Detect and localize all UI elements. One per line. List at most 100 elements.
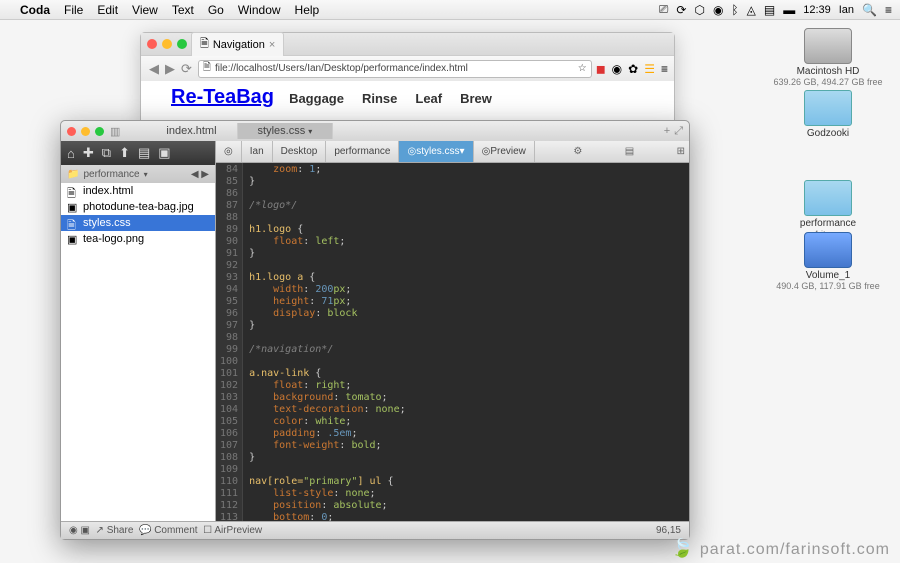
url-bar[interactable]: 🗎 file://localhost/Users/Ian/Desktop/per… [198,60,592,78]
volume-label: Volume_1 [768,270,888,281]
add-icon[interactable]: ✚ [83,145,94,161]
watermark: 🍃 parat.com/farinsoft.com [671,538,890,559]
breadcrumb-home[interactable]: ◎ [216,141,242,162]
user-name[interactable]: Ian [839,4,854,16]
desktop-hdd[interactable]: Macintosh HD 639.26 GB, 494.27 GB free [768,28,888,87]
app-menu[interactable]: Coda [20,3,50,17]
folder-icon: 📁 [67,169,79,180]
hdd-icon [804,28,852,64]
nav-link[interactable]: Brew [460,91,492,106]
file-item[interactable]: ▣tea-logo.png [61,231,215,247]
image-icon: ▣ [67,233,79,245]
copy-icon[interactable]: ⧉ [102,145,111,161]
breadcrumb-item[interactable]: Ian [242,141,273,162]
menubar-right: ⎚ ⟳ ⬡ ◉ ᛒ ◬ ▤ ▬ 12:39 Ian 🔍 ≡ [659,2,892,17]
status-icon[interactable]: ◉ [69,525,78,536]
minimize-button[interactable] [81,127,90,136]
sidebar-toolbar: ⌂ ✚ ⧉ ⬆ ▤ ▣ [61,141,215,165]
ext-icon-2[interactable]: ◉ [612,62,622,76]
folder-icon [804,180,852,216]
help-menu[interactable]: Help [295,3,320,17]
page-logo-link[interactable]: Re-TeaBag [171,86,274,108]
desktop-folder-performance[interactable]: performance 4 items [768,180,888,239]
toolbar-btn[interactable]: ⚙ [569,146,586,157]
bluetooth-icon[interactable]: ᛒ [731,3,738,17]
nav-link[interactable]: Rinse [362,91,397,106]
tab-close-icon[interactable]: × [269,39,275,51]
file-item-selected[interactable]: 🗎styles.css [61,215,215,231]
nav-link[interactable]: Baggage [289,91,344,106]
sidebar-path[interactable]: 📁 performance ▾ ◀ ▶ [61,165,215,183]
back-button[interactable]: ◀ [147,61,161,77]
view-menu[interactable]: View [132,3,158,17]
toolbar-btn[interactable]: ▤ [621,146,638,157]
home-icon[interactable]: ⌂ [67,146,75,161]
clock[interactable]: 12:39 [803,4,831,16]
dropbox-icon[interactable]: ⬡ [694,3,704,17]
toolbar-btn[interactable]: ⊞ [673,146,689,157]
code-area[interactable]: zoom: 1;} /*logo*/ h1.logo { float: left… [243,163,412,521]
browser-toolbar: ◀ ▶ ⟳ 🗎 file://localhost/Users/Ian/Deskt… [141,55,674,81]
terminal-icon[interactable]: ▣ [158,145,170,161]
zoom-button[interactable] [95,127,104,136]
minimize-button[interactable] [162,39,172,49]
breadcrumb-item[interactable]: performance [326,141,399,162]
macos-menubar: Coda File Edit View Text Go Window Help … [0,0,900,20]
hdd-sub: 639.26 GB, 494.27 GB free [768,77,888,87]
circle-icon[interactable]: ◉ [713,3,723,17]
css-icon: 🗎 [67,217,79,229]
notifications-icon[interactable]: ≡ [885,3,892,17]
text-menu[interactable]: Text [172,3,194,17]
tab-title: Navigation [213,39,265,51]
volume-sub: 490.4 GB, 117.91 GB free [768,281,888,291]
status-comment[interactable]: 💬 Comment [139,525,198,536]
code-editor[interactable]: 8485868788899091929394959697989910010110… [216,163,689,521]
browser-tabbar: 🗎 Navigation × [141,33,674,55]
desktop-volume[interactable]: Volume_1 490.4 GB, 117.91 GB free [768,232,888,291]
book-icon[interactable]: ▤ [138,145,150,161]
close-button[interactable] [147,39,157,49]
file-item[interactable]: ▣photodune-tea-bag.jpg [61,199,215,215]
image-icon: ▣ [67,201,79,213]
upload-icon[interactable]: ⬆ [119,145,130,161]
layout-icon[interactable]: ▥ [110,125,120,138]
coda-titlebar: ▥ index.html styles.css ▾ + ⤢ [61,121,689,141]
ext-icon-4[interactable]: ☰ [644,62,655,76]
go-menu[interactable]: Go [208,3,224,17]
file-item[interactable]: 🗎index.html [61,183,215,199]
spotlight-icon[interactable]: 🔍 [862,3,877,17]
battery-icon[interactable]: ▬ [783,3,795,17]
reload-button[interactable]: ⟳ [179,61,194,77]
close-button[interactable] [67,127,76,136]
drive-icon[interactable]: ▤ [764,3,775,17]
status-airpreview[interactable]: ☐ AirPreview [203,525,262,536]
expand-icon[interactable]: ⤢ [674,125,683,138]
ext-icon-3[interactable]: ✿ [628,62,638,76]
add-tab-icon[interactable]: + [664,125,670,138]
nav-link[interactable]: Leaf [415,91,442,106]
coda-main: ◎ Ian Desktop performance ◎ styles.css ▾… [216,141,689,521]
breadcrumb-item-active[interactable]: ◎ styles.css ▾ [399,141,473,162]
breadcrumb-item[interactable]: Desktop [273,141,327,162]
edit-menu[interactable]: Edit [97,3,118,17]
menu-icon[interactable]: ≡ [661,62,668,76]
zoom-button[interactable] [177,39,187,49]
file-menu[interactable]: File [64,3,83,17]
status-icon[interactable]: ▣ [81,525,90,536]
page-icon: 🗎 [203,60,211,77]
breadcrumb-preview[interactable]: ◎ Preview [474,141,535,162]
ext-icon-1[interactable]: ◼ [596,62,606,76]
file-tab[interactable]: index.html [146,123,237,139]
window-menu[interactable]: Window [238,3,281,17]
browser-viewport: Re-TeaBag Baggage Rinse Leaf Brew [141,81,674,114]
screen-icon[interactable]: ⎚ [659,2,669,17]
nav-arrows[interactable]: ◀ ▶ [191,169,209,180]
bookmark-icon[interactable]: ☆ [578,63,587,74]
wifi-icon[interactable]: ◬ [747,3,756,17]
sync-icon[interactable]: ⟳ [676,3,686,17]
browser-tab[interactable]: 🗎 Navigation × [191,32,284,56]
desktop-folder-godzooki[interactable]: Godzooki [768,90,888,139]
file-tab-active[interactable]: styles.css ▾ [238,123,334,139]
status-share[interactable]: ↗ Share [96,525,134,536]
forward-button[interactable]: ▶ [163,61,177,77]
